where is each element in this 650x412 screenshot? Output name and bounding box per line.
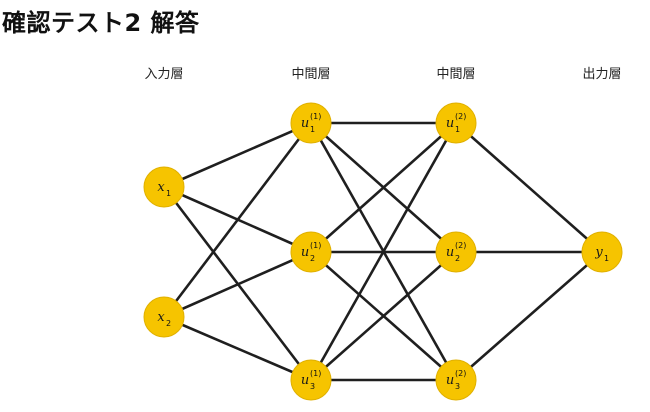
- node-circle: [435, 102, 477, 144]
- node-label-main: u: [446, 116, 454, 131]
- edge-x2-u2_1: [163, 250, 312, 319]
- edge-x2-u3_1: [163, 315, 312, 382]
- node-u1_1: u 1 (1): [290, 102, 332, 144]
- node-label-main: x: [157, 310, 165, 325]
- node-label-sub: 1: [166, 189, 171, 198]
- node-label-sup: (2): [455, 369, 466, 378]
- node-label-main: u: [301, 373, 309, 388]
- edges: [162, 121, 603, 382]
- neural-network-diagram: x 1x 2u 1(1)u 2(1)u 3(1)u 1(2)u 2(2)u 3(2)y 1: [143, 102, 623, 401]
- node-label-main: u: [301, 116, 309, 131]
- node-label-sub: 2: [455, 254, 460, 263]
- node-label-sup: (1): [310, 241, 321, 250]
- node-label-main: x: [157, 180, 165, 195]
- node-label-sub: 2: [166, 319, 171, 328]
- node-label-sup: (2): [455, 241, 466, 250]
- node-label-main: y: [594, 245, 603, 260]
- node-circle: [290, 231, 332, 273]
- node-u3_2: u 3 (2): [435, 359, 477, 401]
- node-circle: [435, 231, 477, 273]
- node-label-sub: 3: [310, 382, 315, 391]
- node-label-sup: (2): [455, 112, 466, 121]
- node-circle: [290, 102, 332, 144]
- edge-x1-u1_1: [163, 121, 312, 189]
- node-circle: [435, 359, 477, 401]
- node-y1: y1: [581, 231, 623, 273]
- node-u1_2: u 1 (2): [435, 102, 477, 144]
- node-label-sub: 1: [604, 254, 609, 263]
- node-label-main: u: [446, 245, 454, 260]
- node-label-main: u: [446, 373, 454, 388]
- node-label-sub: 1: [455, 125, 460, 134]
- node-u2_1: u 2 (1): [290, 231, 332, 273]
- node-label-main: u: [301, 245, 309, 260]
- node-label-sub: 1: [310, 125, 315, 134]
- node-u2_2: u 2 (2): [435, 231, 477, 273]
- node-label-sup: (1): [310, 112, 321, 121]
- edge-x2-u1_1: [162, 122, 313, 318]
- node-label-sub: 2: [310, 254, 315, 263]
- edge-u1_2-y1: [455, 122, 603, 253]
- node-x1: x1: [143, 166, 185, 208]
- node-label-sup: (1): [310, 369, 321, 378]
- node-u3_1: u 3 (1): [290, 359, 332, 401]
- edge-u3_2-y1: [455, 251, 603, 381]
- node-circle: [290, 359, 332, 401]
- node-x2: x2: [143, 296, 185, 338]
- node-label-sub: 3: [455, 382, 460, 391]
